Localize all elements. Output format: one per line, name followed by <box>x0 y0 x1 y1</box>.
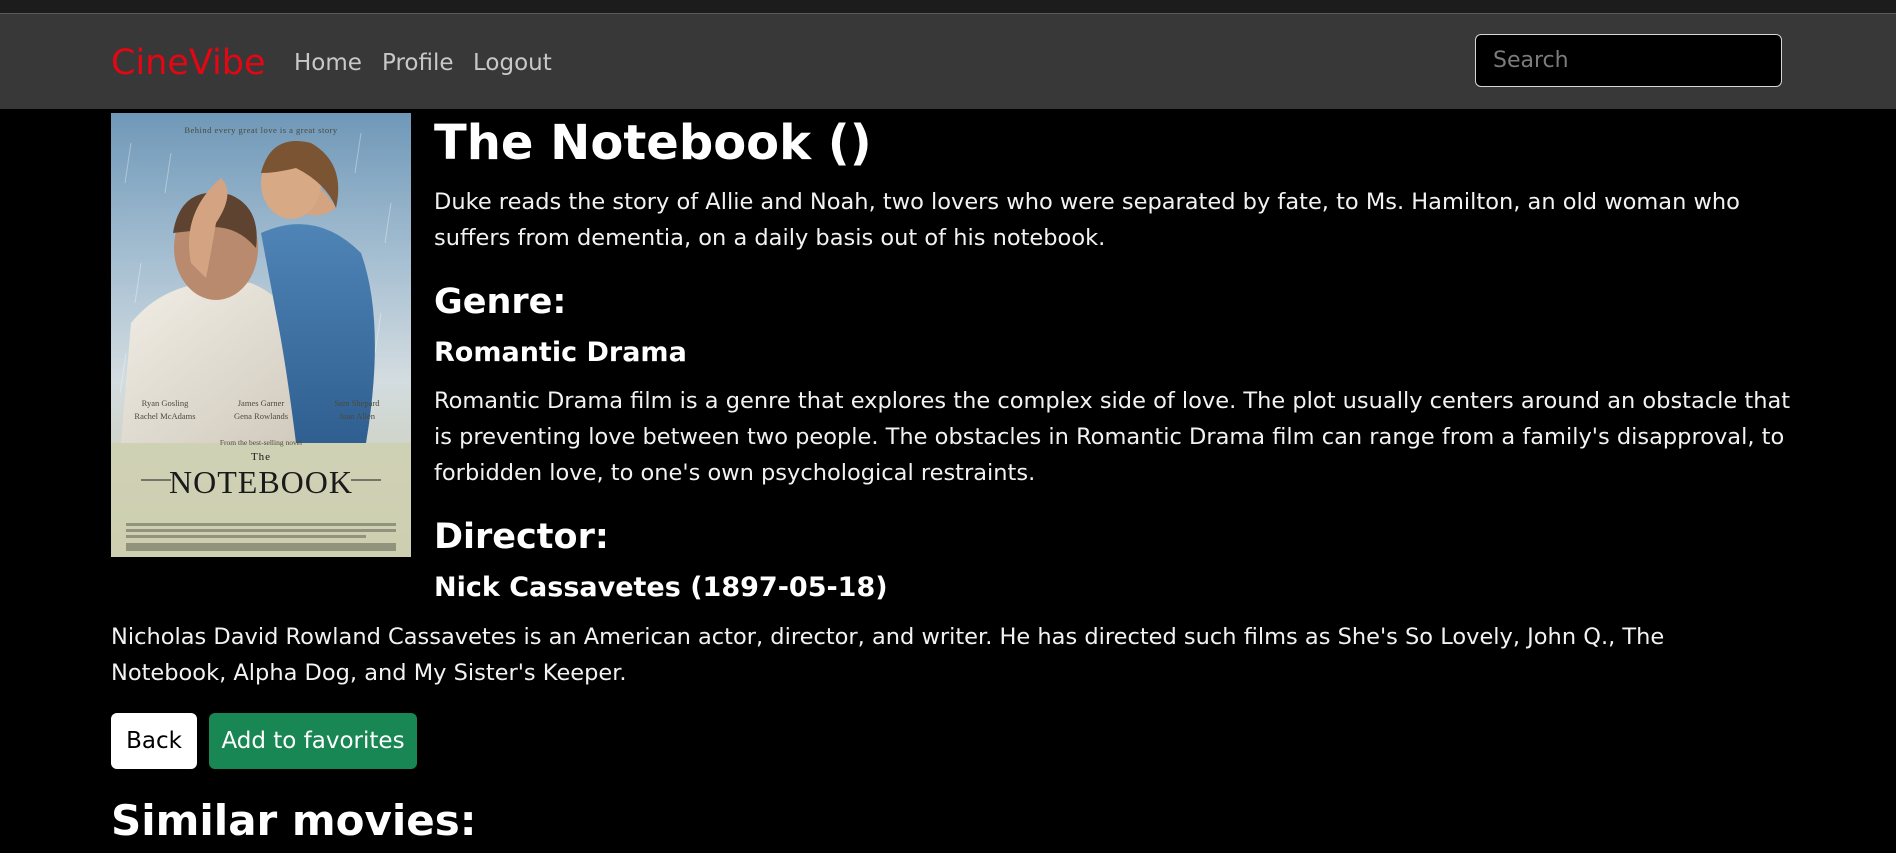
genre-name: Romantic Drama <box>434 337 687 368</box>
movie-poster: Behind every great love is a great story… <box>111 113 411 557</box>
poster-image: Behind every great love is a great story… <box>111 113 411 557</box>
top-border <box>0 0 1896 14</box>
poster-tagline: Behind every great love is a great story <box>184 125 338 135</box>
poster-cast-6: Joan Allen <box>339 411 376 421</box>
poster-cast-2: James Garner <box>238 398 285 408</box>
genre-heading: Genre: <box>434 282 567 322</box>
nav-profile[interactable]: Profile <box>382 49 454 77</box>
similar-movies-heading: Similar movies: <box>111 796 477 845</box>
add-to-favorites-button[interactable]: Add to favorites <box>209 713 417 769</box>
genre-description: Romantic Drama film is a genre that expl… <box>434 388 1791 486</box>
poster-logo-small: The <box>251 451 271 463</box>
back-button[interactable]: Back <box>111 713 197 769</box>
search-input[interactable] <box>1475 34 1782 87</box>
director-bio: Nicholas David Rowland Cassavetes is an … <box>111 624 1665 686</box>
poster-cast-4: Rachel McAdams <box>134 411 195 421</box>
poster-cast-5: Gena Rowlands <box>234 411 288 421</box>
movie-description: Duke reads the story of Allie and Noah, … <box>434 189 1740 251</box>
director-heading: Director: <box>434 517 609 557</box>
poster-logo: NOTEBOOK <box>169 464 353 500</box>
movie-title: The Notebook () <box>434 115 872 171</box>
nav-logout[interactable]: Logout <box>473 49 552 77</box>
director-name: Nick Cassavetes (1897-05-18) <box>434 572 888 603</box>
brand-logo[interactable]: CineVibe <box>111 43 266 83</box>
poster-cast-3: Sam Shepard <box>334 398 380 408</box>
navbar: CineVibe Home Profile Logout <box>0 14 1896 109</box>
poster-from-novel: From the best-selling novel <box>220 438 302 447</box>
poster-cast-1: Ryan Gosling <box>142 398 189 408</box>
nav-home[interactable]: Home <box>294 49 362 77</box>
